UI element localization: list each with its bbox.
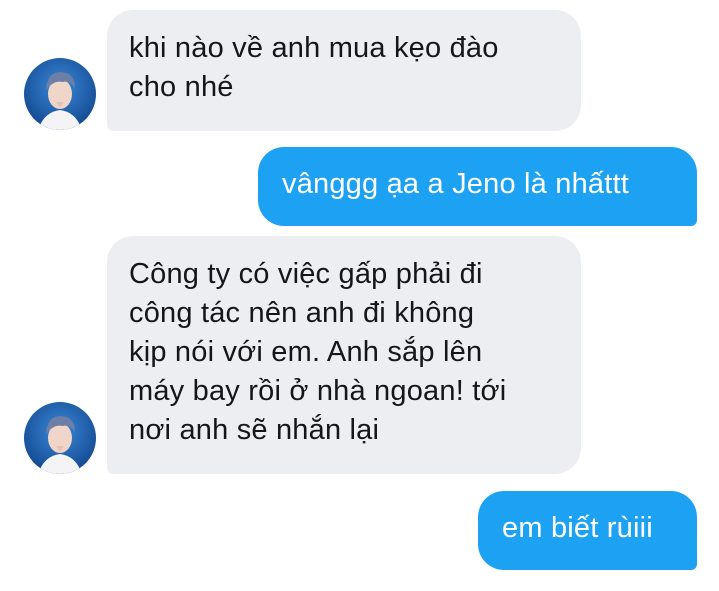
message-bubble-incoming[interactable]: Công ty có việc gấp phải đi công tác nên…: [107, 236, 581, 474]
avatar-photo-icon: [24, 58, 96, 130]
contact-avatar[interactable]: [24, 58, 96, 130]
message-bubble-incoming[interactable]: khi nào về anh mua kẹo đào cho nhé: [107, 10, 581, 131]
avatar-photo-icon: [24, 402, 96, 474]
message-bubble-outgoing[interactable]: em biết rùiii: [478, 491, 697, 570]
message-bubble-outgoing[interactable]: vânggg ạa a Jeno là nhấttt: [258, 147, 697, 226]
contact-avatar[interactable]: [24, 402, 96, 474]
